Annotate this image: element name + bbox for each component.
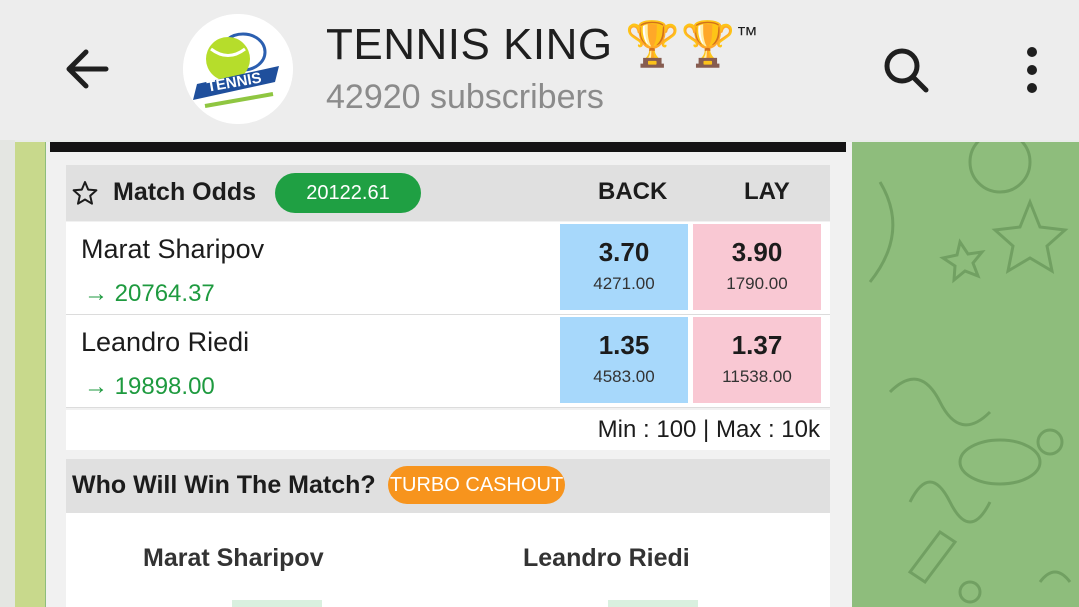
subscriber-count: 42920 subscribers [326, 78, 604, 116]
star-icon[interactable] [72, 180, 98, 206]
winner-market-title: Who Will Win The Match? [72, 471, 376, 499]
back-odds-cell[interactable]: 3.70 4271.00 [560, 224, 688, 310]
channel-name: TENNIS KING [326, 20, 613, 69]
lay-odds-cell[interactable]: 3.90 1790.00 [693, 224, 821, 310]
trademark: ™ [735, 22, 759, 47]
lay-odd: 1.37 [731, 330, 783, 360]
turbo-cashout-badge[interactable]: TURBO CASHOUT [388, 466, 565, 504]
more-options-icon[interactable] [1014, 44, 1050, 96]
lay-volume: 11538.00 [722, 367, 792, 386]
wallpaper-doodle-pattern [868, 142, 1072, 604]
winner-player-2[interactable]: Leandro Riedi [523, 544, 690, 573]
back-arrow-icon[interactable] [62, 44, 112, 94]
trophy-emoji: 🏆🏆 [625, 20, 736, 69]
back-odds-cell[interactable]: 1.35 4583.00 [560, 317, 688, 403]
back-volume: 4583.00 [593, 367, 655, 386]
runner-profit-loss: → 20764.37 [84, 280, 215, 307]
bet-limits-text: Min : 100 | Max : 10k [597, 416, 820, 443]
screenshot-top-bar [50, 142, 846, 152]
market-volume-badge: 20122.61 [275, 173, 421, 213]
lay-odds-cell[interactable]: 1.37 11538.00 [693, 317, 821, 403]
lay-column-header: LAY [744, 178, 790, 205]
tennis-logo-icon: TENNIS [183, 14, 293, 124]
market-title: Match Odds [113, 178, 257, 206]
wallpaper-left-strip [15, 142, 45, 607]
back-odd: 1.35 [598, 330, 650, 360]
lay-volume: 1790.00 [726, 274, 788, 293]
back-column-header: BACK [598, 178, 668, 205]
search-icon[interactable] [880, 44, 932, 96]
runner-row: Marat Sharipov → 20764.37 3.70 4271.00 3… [66, 222, 830, 315]
back-volume: 4271.00 [593, 274, 655, 293]
channel-avatar[interactable]: TENNIS [183, 14, 293, 124]
runner-profit-loss: → 19898.00 [84, 373, 215, 400]
bet-limits: Min : 100 | Max : 10k [66, 410, 830, 450]
winner-odds-1[interactable] [232, 600, 322, 607]
runner-row: Leandro Riedi → 19898.00 1.35 4583.00 1.… [66, 315, 830, 408]
back-odd: 3.70 [598, 237, 650, 267]
lay-odd: 3.90 [731, 237, 783, 267]
winner-odds-2[interactable] [608, 600, 698, 607]
channel-title: TENNIS KING 🏆🏆™ [326, 18, 758, 70]
winner-player-1[interactable]: Marat Sharipov [143, 544, 324, 573]
runner-name: Marat Sharipov [81, 234, 265, 264]
runner-name: Leandro Riedi [81, 327, 250, 357]
